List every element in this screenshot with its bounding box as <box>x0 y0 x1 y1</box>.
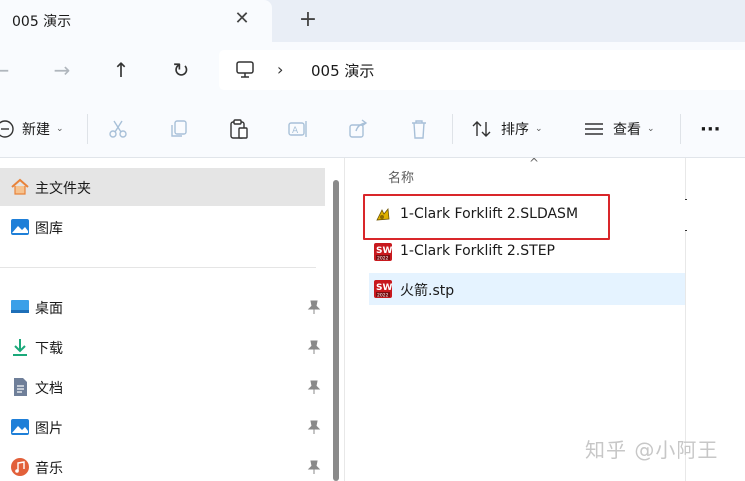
chevron-down-icon: ⌄ <box>535 124 543 134</box>
delete-icon[interactable] <box>408 117 430 141</box>
sidebar-item-gallery[interactable]: 图库 <box>0 208 325 246</box>
pin-icon[interactable] <box>307 420 321 434</box>
document-icon <box>14 378 27 396</box>
file-row[interactable]: SW 2022 1-Clark Forklift 2.STEP <box>369 236 685 268</box>
pin-icon[interactable] <box>307 300 321 314</box>
svg-text:SW: SW <box>376 283 392 293</box>
sort-button[interactable]: 排序 ⌄ <box>471 117 543 141</box>
pin-icon[interactable] <box>307 380 321 394</box>
chevron-down-icon: ⌄ <box>647 124 655 134</box>
sidebar-item-home[interactable]: 主文件夹 <box>0 168 325 206</box>
view-button-label: 查看 <box>613 122 641 138</box>
view-list-icon <box>585 123 603 135</box>
sidebar-item-label: 图片 <box>35 421 63 437</box>
up-button[interactable]: ↑ <box>108 57 134 83</box>
add-circle-icon <box>0 120 14 138</box>
sort-button-label: 排序 <box>501 122 529 138</box>
rename-icon[interactable]: A <box>287 117 309 141</box>
svg-text:2022: 2022 <box>377 293 389 299</box>
file-name: 1-Clark Forklift 2.STEP <box>400 243 555 259</box>
toolbar-divider <box>680 114 681 144</box>
command-bar: 新建 ⌄ A 排序 ⌄ 查看 ⌄ ··· <box>0 100 745 158</box>
chevron-down-icon: ⌄ <box>56 124 64 134</box>
annotation-highlight-box <box>363 194 610 240</box>
title-bar: 005 演示 ✕ + <box>0 0 745 42</box>
watermark-text: 知乎 @小阿王 <box>585 438 719 462</box>
forward-button[interactable]: → <box>49 57 75 83</box>
svg-text:2022: 2022 <box>377 256 389 262</box>
sidebar-divider <box>0 267 316 268</box>
navigation-pane: 主文件夹 图库 桌面 下载 文档 图片 音乐 <box>0 158 330 481</box>
sidebar-item-label: 下载 <box>35 341 63 357</box>
view-button[interactable]: 查看 ⌄ <box>583 117 655 141</box>
address-bar[interactable]: › 005 演示 <box>219 50 745 90</box>
file-list: ^ 名称 1-Clark Forklift 2.SLDASM SW 2022 1… <box>345 156 745 481</box>
column-header-name[interactable]: 名称 <box>388 167 414 186</box>
sidebar-item-label: 文档 <box>35 381 63 397</box>
pin-icon[interactable] <box>307 460 321 474</box>
sidebar-item-music[interactable]: 音乐 <box>0 448 325 481</box>
sidebar-item-label: 主文件夹 <box>35 181 91 197</box>
cut-icon[interactable] <box>107 117 129 141</box>
download-icon <box>13 339 27 356</box>
refresh-button[interactable]: ↻ <box>168 57 194 83</box>
toolbar-divider <box>87 114 88 144</box>
solidworks-2022-icon: SW 2022 <box>374 280 392 299</box>
pictures-icon <box>11 419 29 435</box>
tab-close-button[interactable]: ✕ <box>233 9 251 29</box>
new-button[interactable]: 新建 ⌄ <box>0 117 64 141</box>
pin-icon[interactable] <box>307 340 321 354</box>
sidebar-item-label: 桌面 <box>35 301 63 317</box>
home-icon <box>11 178 29 195</box>
new-tab-button[interactable]: + <box>297 9 319 31</box>
sort-ascending-icon: ^ <box>529 156 540 170</box>
sidebar-item-desktop[interactable]: 桌面 <box>0 288 325 326</box>
navigation-bar: ← → ↑ ↻ › 005 演示 <box>0 42 745 100</box>
gallery-icon <box>11 219 29 235</box>
sidebar-item-pictures[interactable]: 图片 <box>0 408 325 446</box>
music-icon <box>11 458 29 476</box>
back-button[interactable]: ← <box>0 57 14 83</box>
scrollbar-thumb[interactable] <box>333 180 339 481</box>
share-icon[interactable] <box>347 117 369 141</box>
sort-icon <box>472 121 491 137</box>
this-pc-icon <box>236 61 254 78</box>
file-row[interactable]: SW 2022 火箭.stp <box>369 273 685 305</box>
sidebar-item-label: 图库 <box>35 221 63 237</box>
file-name: 火箭.stp <box>400 283 455 299</box>
desktop-icon <box>11 300 29 313</box>
sidebar-item-downloads[interactable]: 下载 <box>0 328 325 366</box>
paste-icon[interactable] <box>228 117 250 141</box>
svg-text:A: A <box>292 126 299 136</box>
breadcrumb-current[interactable]: 005 演示 <box>311 60 374 81</box>
sidebar-item-documents[interactable]: 文档 <box>0 368 325 406</box>
breadcrumb-separator: › <box>277 60 284 79</box>
more-options-button[interactable]: ··· <box>700 117 721 141</box>
new-button-label: 新建 <box>22 122 50 138</box>
svg-text:SW: SW <box>376 246 392 256</box>
solidworks-2022-icon: SW 2022 <box>374 243 392 262</box>
toolbar-divider <box>452 114 453 144</box>
tab-active[interactable]: 005 演示 ✕ <box>0 0 272 42</box>
copy-icon[interactable] <box>168 117 190 141</box>
tab-title: 005 演示 <box>12 14 72 30</box>
sidebar-item-label: 音乐 <box>35 461 63 477</box>
